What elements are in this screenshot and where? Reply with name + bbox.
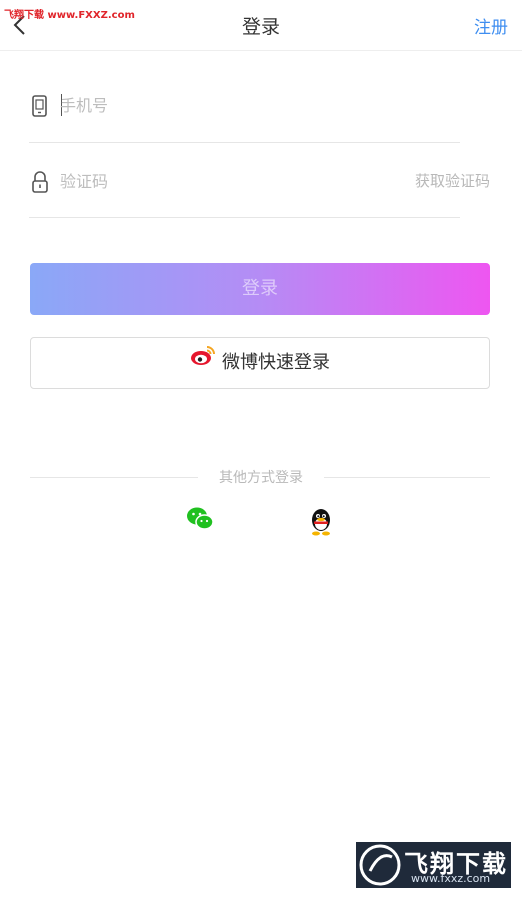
wechat-icon — [187, 507, 214, 530]
weibo-icon — [190, 336, 216, 386]
weibo-login-label: 微博快速登录 — [222, 352, 330, 373]
login-button[interactable]: 登录 — [30, 263, 490, 315]
logo-icon — [359, 844, 401, 886]
top-bar: 飞翔下载 www.FXXZ.com 登录 注册 — [0, 0, 522, 51]
get-code-button[interactable]: 获取验证码 — [415, 170, 490, 191]
qq-icon — [312, 509, 330, 536]
divider-right — [324, 477, 490, 478]
lock-icon — [30, 171, 50, 197]
phone-divider — [29, 142, 460, 143]
weibo-login-button[interactable]: 微博快速登录 — [30, 337, 490, 389]
qq-login-button[interactable] — [308, 506, 334, 540]
other-login-divider: 其他方式登录 — [0, 468, 522, 488]
code-input[interactable] — [60, 169, 340, 193]
register-link[interactable]: 注册 — [474, 13, 508, 38]
other-login-label: 其他方式登录 — [219, 470, 303, 486]
wechat-login-button[interactable] — [186, 506, 214, 536]
phone-icon — [30, 95, 50, 121]
watermark-logo: 飞翔下载 www.fxxz.com — [356, 842, 511, 888]
code-row: 获取验证码 — [30, 168, 490, 198]
code-divider — [29, 217, 460, 218]
phone-input[interactable] — [60, 93, 360, 117]
page-title: 登录 — [241, 16, 280, 38]
phone-row — [30, 92, 490, 122]
watermark-logo-url: www.fxxz.com — [411, 872, 491, 885]
